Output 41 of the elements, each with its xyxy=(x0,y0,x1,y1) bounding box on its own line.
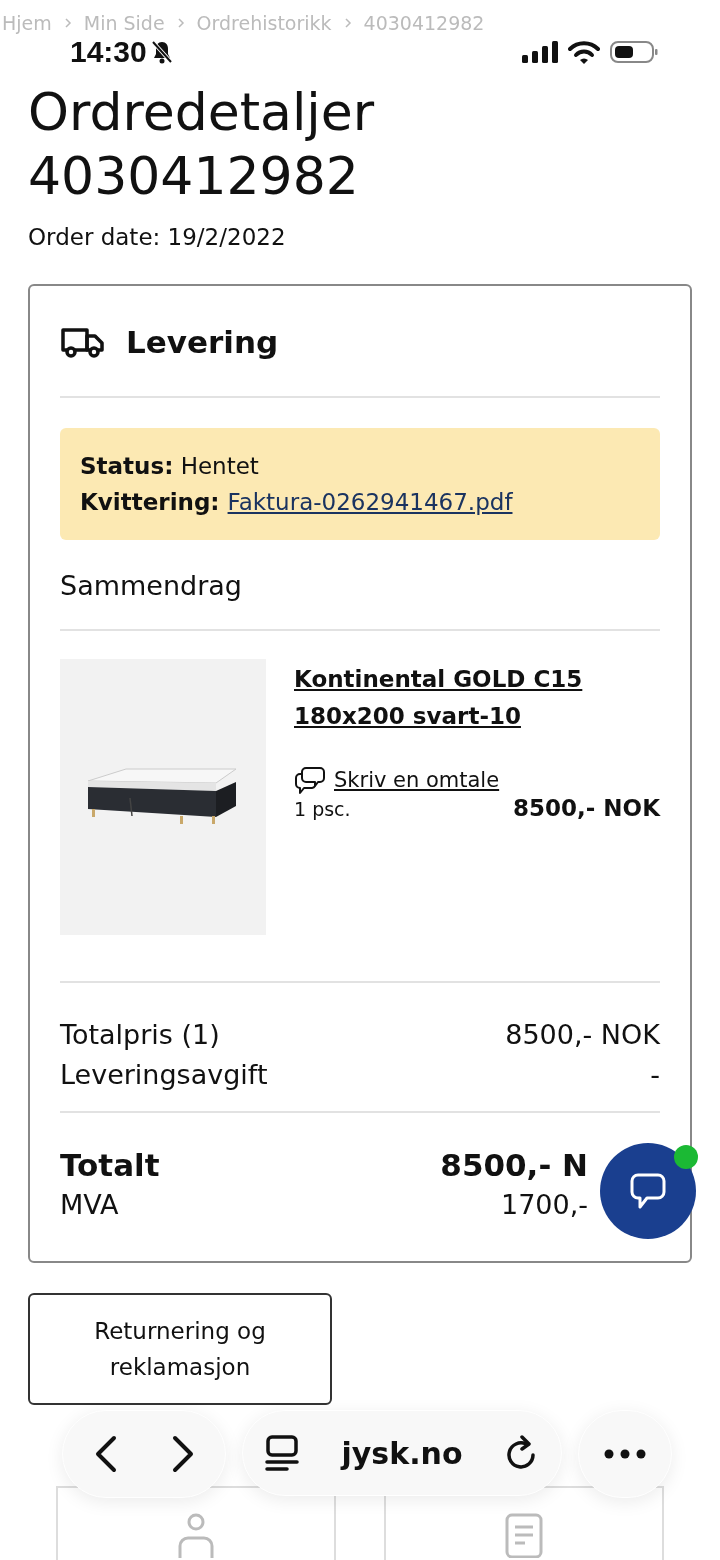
total-value: 8500,- N xyxy=(440,1146,588,1185)
total-label: Totalpris (1) xyxy=(60,1018,220,1052)
url-text: jysk.no xyxy=(341,1435,463,1471)
review-link[interactable]: Skriv en omtale xyxy=(334,768,500,792)
status-time: 14:30 xyxy=(70,35,147,69)
total-label: Totalt xyxy=(60,1146,160,1185)
invoice-link[interactable]: Faktura-0262941467.pdf xyxy=(227,484,513,520)
page-title: Ordredetaljer 4030412982 xyxy=(28,81,376,208)
total-value: - xyxy=(650,1058,660,1092)
section-heading: Sammendrag xyxy=(60,570,243,601)
total-label: Leveringsavgift xyxy=(60,1058,268,1092)
person-icon xyxy=(176,1512,216,1558)
product-link[interactable]: Kontinental GOLD C15 180x200 svart-10 xyxy=(294,661,660,735)
more-icon xyxy=(604,1449,646,1459)
return-button[interactable]: Returnering og reklamasjon xyxy=(28,1293,332,1405)
order-date: Order date: 19/2/2022 xyxy=(28,224,287,250)
forward-icon xyxy=(170,1434,195,1474)
speech-bubbles-icon xyxy=(294,765,326,795)
document-icon xyxy=(504,1512,544,1558)
total-value: 8500,- NOK xyxy=(505,1018,660,1052)
section-heading: Levering xyxy=(126,324,279,360)
signal-icon xyxy=(522,41,558,63)
page-menu-icon xyxy=(265,1435,299,1471)
status-text: Status: Hentet xyxy=(80,452,260,481)
total-label: MVA xyxy=(60,1188,119,1222)
receipt-label: Kvittering: xyxy=(80,488,220,517)
wifi-icon xyxy=(568,40,600,64)
back-icon xyxy=(93,1434,118,1474)
truck-icon xyxy=(60,325,106,359)
chat-icon xyxy=(630,1172,666,1210)
back-button[interactable] xyxy=(93,1434,118,1474)
forward-button[interactable] xyxy=(170,1434,195,1474)
total-value: 1700,- xyxy=(500,1188,588,1222)
chevron-icon xyxy=(176,17,185,29)
quantity-text: 1 psc. xyxy=(294,798,351,820)
chevron-icon xyxy=(343,17,352,29)
chevron-icon xyxy=(63,17,72,29)
address-bar[interactable]: jysk.no xyxy=(242,1410,562,1496)
battery-icon xyxy=(610,40,658,64)
item-price: 8500,- NOK xyxy=(513,795,660,821)
bell-muted-icon xyxy=(150,40,173,64)
